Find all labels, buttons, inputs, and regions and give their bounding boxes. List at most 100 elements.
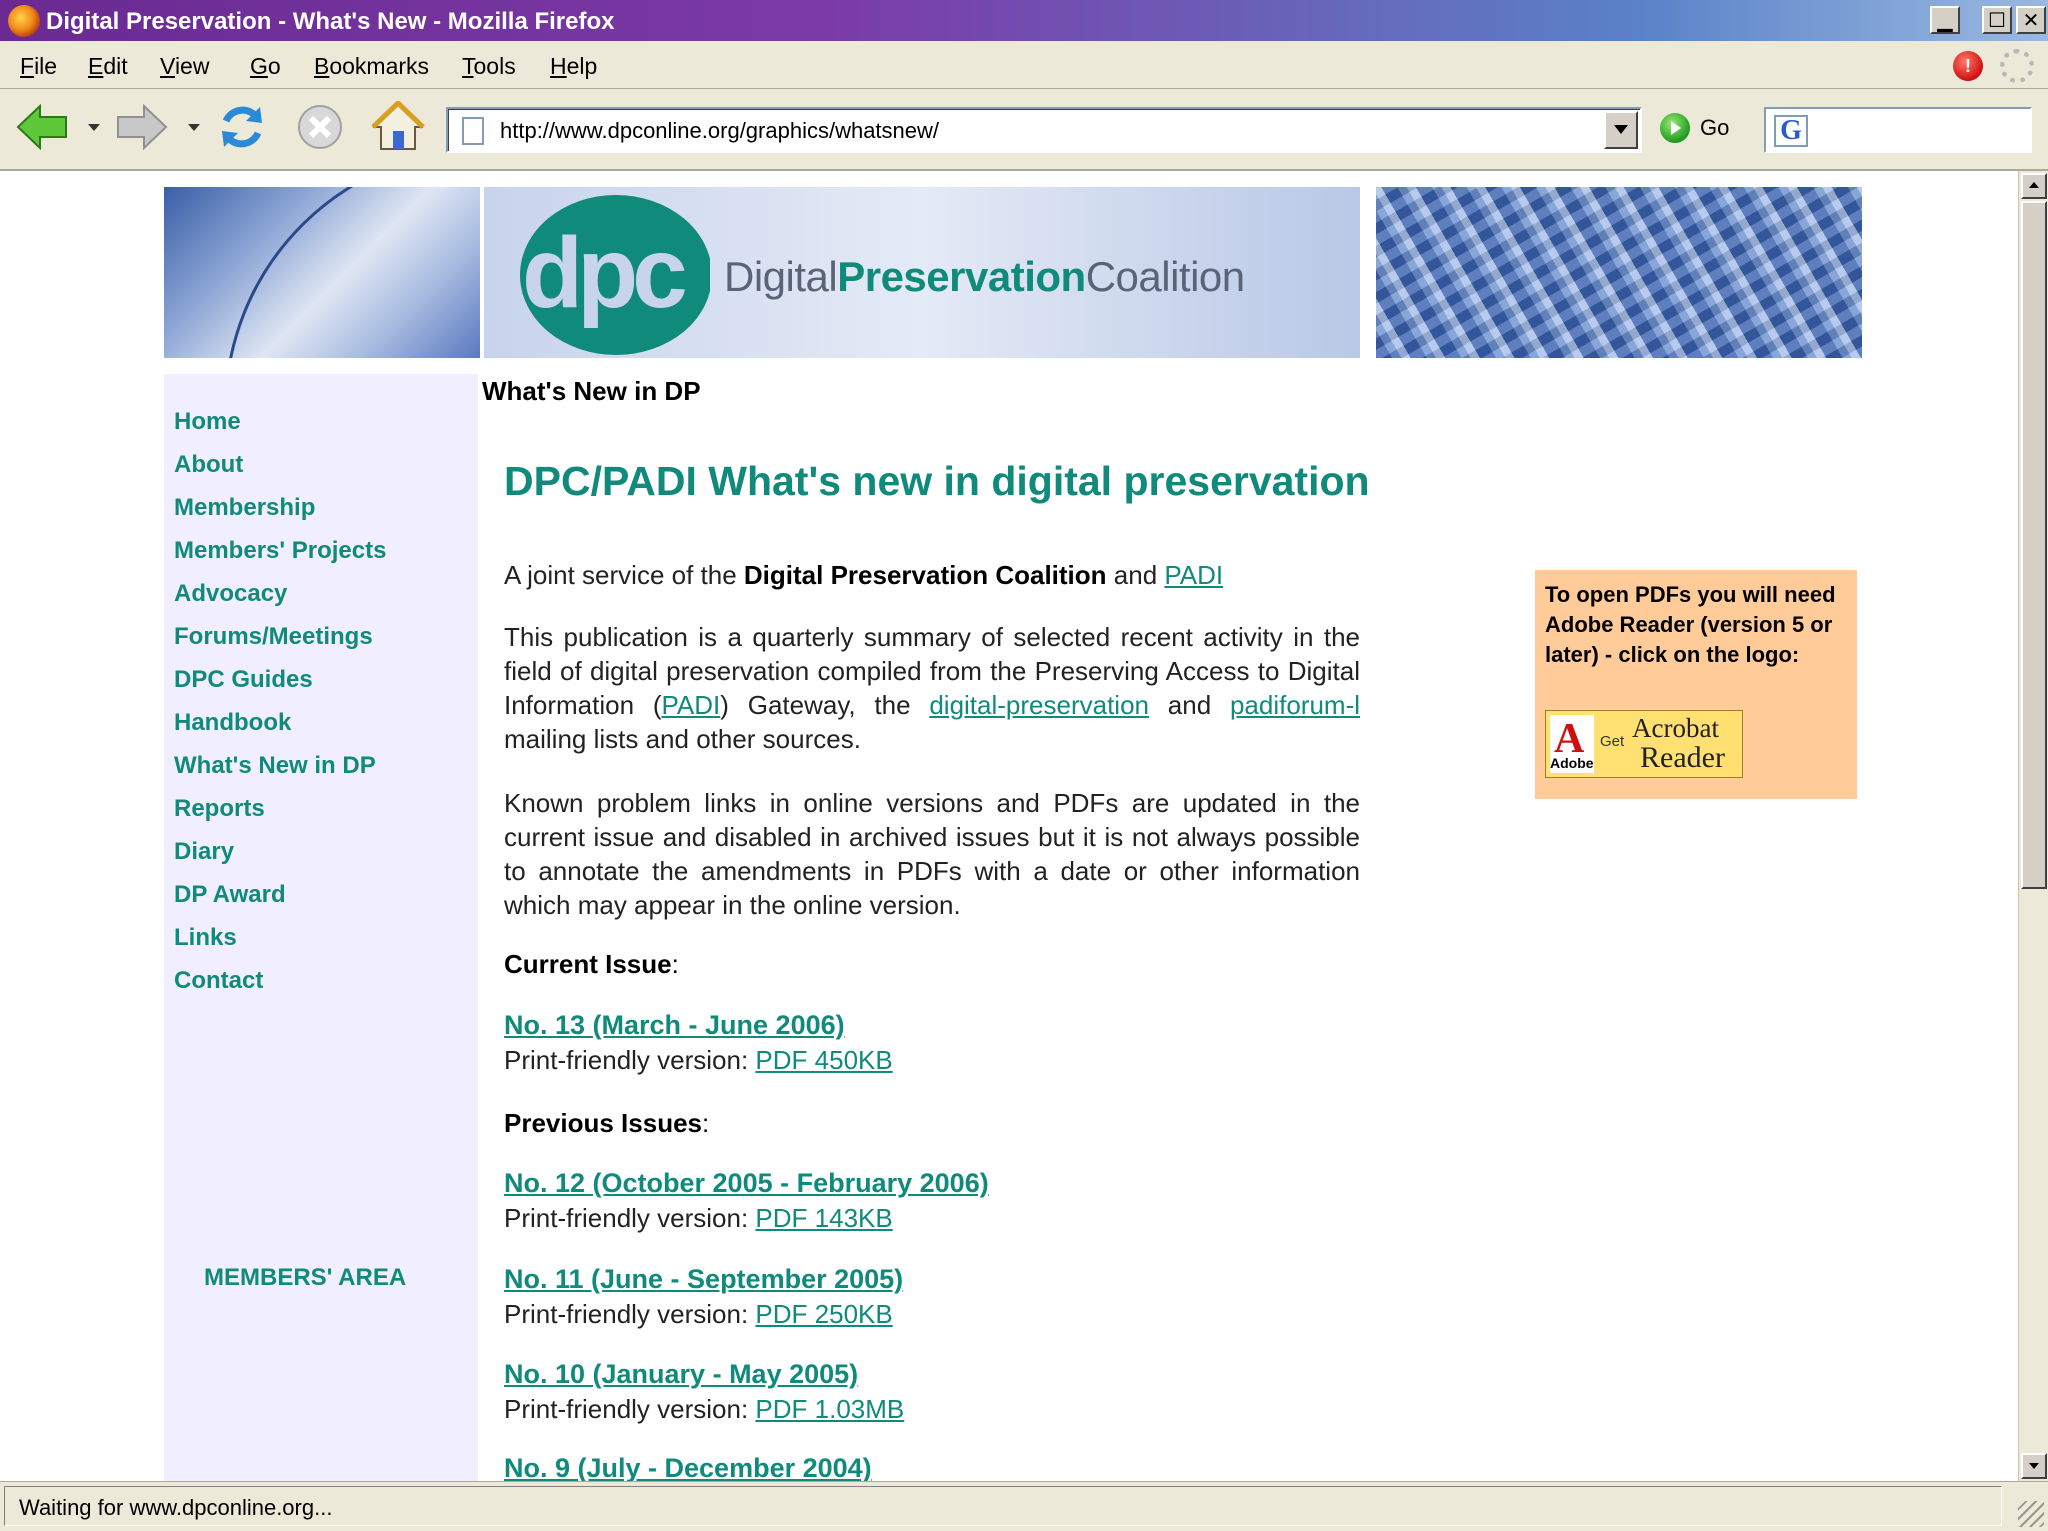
previous-issues-heading: Previous Issues:	[504, 1108, 710, 1138]
members-area-link[interactable]: MEMBERS' AREA	[204, 1264, 406, 1292]
forward-history-dropdown[interactable]	[188, 124, 200, 131]
issue-12-print-line: Print-friendly version: PDF 143KB	[504, 1203, 893, 1233]
issue-11-pdf-link[interactable]: PDF 250KB	[755, 1299, 892, 1329]
page-viewport: dpc DigitalPreservationCoalition Home Ab…	[0, 171, 2018, 1481]
menu-tools[interactable]: Tools	[462, 53, 516, 80]
status-bar: Waiting for www.dpconline.org...	[0, 1481, 2048, 1531]
issue-10-print-line: Print-friendly version: PDF 1.03MB	[504, 1394, 905, 1424]
page-icon	[462, 117, 484, 145]
sidebar-item-links[interactable]: Links	[174, 924, 237, 952]
sidebar-item-dp-award[interactable]: DP Award	[174, 881, 286, 909]
dpc-logo-banner[interactable]: dpc DigitalPreservationCoalition	[484, 187, 1360, 358]
adobe-reader-note: To open PDFs you will need Adobe Reader …	[1545, 582, 1836, 667]
forward-arrow-icon	[117, 104, 168, 150]
url-text[interactable]: http://www.dpconline.org/graphics/whatsn…	[500, 118, 939, 144]
go-label: Go	[1700, 115, 1730, 140]
issue-11-link[interactable]: No. 11 (June - September 2005)	[504, 1264, 903, 1295]
url-history-dropdown[interactable]	[1604, 111, 1638, 149]
address-bar[interactable]: http://www.dpconline.org/graphics/whatsn…	[446, 107, 1642, 153]
issue-12-link[interactable]: No. 12 (October 2005 - February 2006)	[504, 1168, 989, 1199]
home-button[interactable]	[370, 99, 426, 155]
sidebar-item-home[interactable]: Home	[174, 408, 241, 436]
logo-word-digital: Digital	[724, 253, 838, 300]
dpc-logo-icon: dpc	[520, 195, 710, 355]
home-icon	[371, 101, 425, 150]
google-engine-icon[interactable]: G	[1774, 115, 1808, 147]
sidebar-item-forums-meetings[interactable]: Forums/Meetings	[174, 623, 373, 651]
reload-icon	[222, 106, 262, 148]
menu-view[interactable]: View	[160, 53, 209, 80]
window-titlebar: Digital Preservation - What's New - Mozi…	[0, 0, 2048, 41]
menu-edit[interactable]: Edit	[88, 53, 128, 80]
menu-bookmarks[interactable]: Bookmarks	[314, 53, 429, 80]
reload-button[interactable]	[214, 99, 270, 155]
go-button[interactable]: Go	[1660, 113, 1729, 143]
padi-gateway-link[interactable]: PADI	[662, 690, 721, 720]
adobe-reader-box: To open PDFs you will need Adobe Reader …	[1535, 570, 1857, 799]
sidebar-item-advocacy[interactable]: Advocacy	[174, 580, 287, 608]
current-issue-heading: Current Issue:	[504, 949, 679, 979]
back-history-dropdown[interactable]	[88, 124, 100, 131]
back-button[interactable]	[14, 99, 70, 155]
banner-left-image	[164, 187, 480, 358]
throbber-icon	[2000, 49, 2034, 83]
firefox-icon	[8, 5, 40, 37]
dpc-logo-letters: dpc	[522, 217, 685, 329]
sidebar-item-contact[interactable]: Contact	[174, 967, 263, 995]
digital-preservation-list-link[interactable]: digital-preservation	[929, 690, 1149, 720]
vertical-scrollbar[interactable]	[2018, 171, 2048, 1481]
get-acrobat-reader-button[interactable]: A Adobe Get Acrobat Reader	[1545, 710, 1743, 778]
menu-go[interactable]: Go	[250, 53, 281, 80]
intro-paragraph: A joint service of the Digital Preservat…	[504, 560, 1224, 590]
maximize-button[interactable]: ☐	[1982, 6, 2012, 34]
banner-right-image	[1376, 187, 1862, 358]
scroll-thumb[interactable]	[2021, 201, 2047, 889]
scroll-down-button[interactable]	[2021, 1453, 2047, 1479]
sidebar-item-about[interactable]: About	[174, 451, 243, 479]
sidebar-item-membership[interactable]: Membership	[174, 494, 315, 522]
dpc-name: Digital Preservation Coalition	[743, 560, 1107, 590]
logo-wordmark: DigitalPreservationCoalition	[724, 253, 1245, 301]
menu-bar: File Edit View Go Bookmarks Tools Help !	[0, 41, 2048, 89]
known-problems-paragraph: Known problem links in online versions a…	[504, 788, 1360, 920]
sidebar-item-dpc-guides[interactable]: DPC Guides	[174, 666, 313, 694]
sidebar-item-whats-new[interactable]: What's New in DP	[174, 752, 376, 780]
scroll-up-button[interactable]	[2021, 173, 2047, 199]
padiforum-list-link[interactable]: padiforum-l	[1230, 690, 1360, 720]
sidebar-nav: Home About Membership Members' Projects …	[164, 374, 478, 1481]
issue-11-print-line: Print-friendly version: PDF 250KB	[504, 1299, 893, 1329]
navigation-toolbar: http://www.dpconline.org/graphics/whatsn…	[0, 89, 2048, 171]
close-button[interactable]: ✕	[2016, 6, 2046, 34]
stop-icon	[298, 105, 342, 149]
chevron-down-icon	[1614, 125, 1628, 134]
status-text: Waiting for www.dpconline.org...	[19, 1495, 333, 1520]
status-panel: Waiting for www.dpconline.org...	[4, 1486, 2002, 1526]
issue-10-pdf-link[interactable]: PDF 1.03MB	[755, 1394, 904, 1424]
section-label: What's New in DP	[482, 376, 701, 406]
sidebar-item-reports[interactable]: Reports	[174, 795, 265, 823]
go-arrow-icon	[1660, 113, 1690, 143]
issue-9-link[interactable]: No. 9 (July - December 2004)	[504, 1453, 872, 1481]
padi-link[interactable]: PADI	[1164, 560, 1223, 590]
sidebar-item-members-projects[interactable]: Members' Projects	[174, 537, 386, 565]
menu-help[interactable]: Help	[550, 53, 597, 80]
sidebar-item-diary[interactable]: Diary	[174, 838, 234, 866]
update-alert-icon[interactable]: !	[1953, 51, 1983, 81]
issue-10-link[interactable]: No. 10 (January - May 2005)	[504, 1359, 858, 1390]
forward-button[interactable]	[114, 99, 170, 155]
issue-12-pdf-link[interactable]: PDF 143KB	[755, 1203, 892, 1233]
minimize-button[interactable]: ▁	[1930, 6, 1960, 34]
current-issue-pdf-link[interactable]: PDF 450KB	[755, 1045, 892, 1075]
window-title: Digital Preservation - What's New - Mozi…	[46, 8, 615, 35]
current-issue-print-line: Print-friendly version: PDF 450KB	[504, 1045, 893, 1075]
current-issue-link[interactable]: No. 13 (March - June 2006)	[504, 1010, 845, 1041]
logo-word-coalition: Coalition	[1085, 253, 1245, 300]
resize-grip-icon[interactable]	[2018, 1501, 2044, 1527]
search-input[interactable]: G	[1764, 107, 2032, 153]
stop-button[interactable]	[292, 99, 348, 155]
summary-paragraph: This publication is a quarterly summary …	[504, 622, 1361, 754]
menu-file[interactable]: File	[20, 53, 57, 80]
page-title: DPC/PADI What's new in digital preservat…	[504, 458, 1370, 504]
back-arrow-icon	[16, 104, 67, 150]
sidebar-item-handbook[interactable]: Handbook	[174, 709, 291, 737]
